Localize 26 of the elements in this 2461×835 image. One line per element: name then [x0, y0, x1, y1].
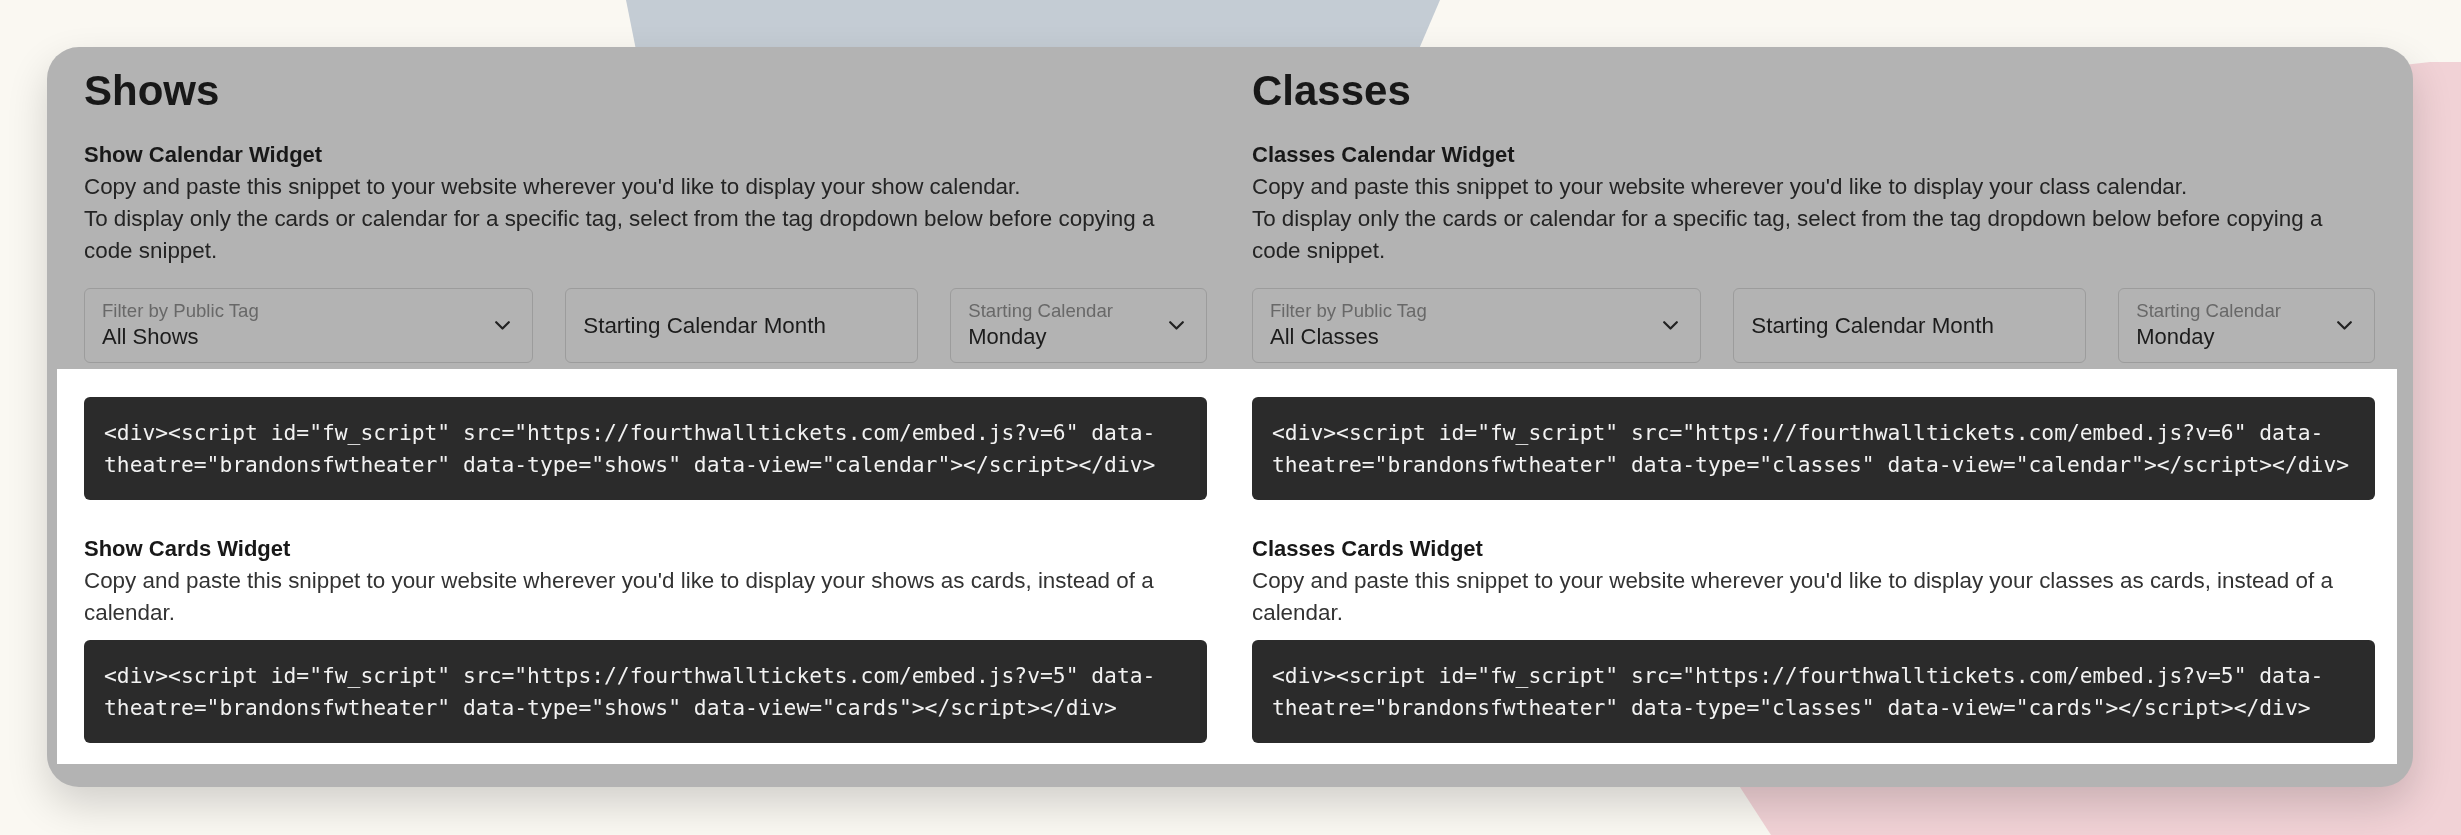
- section-title: Shows: [84, 66, 221, 116]
- widget-description: Copy and paste this snippet to your website wherever you'd like to display your show calendar.: [84, 172, 1022, 201]
- dropdown-field[interactable]: Filter by Public Tag All Shows: [84, 288, 534, 363]
- code-snippet: <div><script id="fw_script" src="https://fourthwalltickets.com/embed.js?v=5" data-theatre="brandonsfwtheater" data-type="classes" data-view="cards"></script></div>: [1252, 640, 2375, 743]
- chevron-down-icon: [1663, 321, 1679, 330]
- dropdown-field[interactable]: Filter by Public Tag All Classes: [1252, 288, 1702, 363]
- widget-title: Show Calendar Widget: [84, 140, 324, 169]
- widget-description: Copy and paste this snippet to your website wherever you'd like to display your classes as cards, instead of a calendar.: [1252, 567, 2334, 627]
- widget-title: Show Cards Widget: [84, 535, 292, 563]
- chevron-down-icon: [1169, 321, 1184, 330]
- month-input-field[interactable]: Starting Calendar Month: [565, 288, 919, 363]
- dropdown-field[interactable]: Starting Calendar Monday: [950, 288, 1207, 363]
- month-input-field[interactable]: Starting Calendar Month: [1733, 288, 2087, 363]
- dropdown-field[interactable]: Starting Calendar Monday: [2118, 288, 2375, 363]
- chevron-down-icon: [495, 321, 511, 330]
- code-snippet: <div><script id="fw_script" src="https://fourthwalltickets.com/embed.js?v=6" data-theatre="brandonsfwtheater" data-type="classes" data-view="calendar"></script></div>: [1252, 397, 2375, 500]
- code-snippet: <div><script id="fw_script" src="https://fourthwalltickets.com/embed.js?v=5" data-theatre="brandonsfwtheater" data-type="shows" data-view="cards"></script></div>: [84, 640, 1207, 743]
- chevron-down-icon: [2337, 321, 2352, 330]
- widget-title: Classes Cards Widget: [1252, 535, 1484, 563]
- widget-description: To display only the cards or calendar for a specific tag, select from the tag dropdown below before copying a code snippet.: [1252, 204, 2324, 265]
- section-title: Classes: [1252, 66, 1412, 116]
- widget-description: Copy and paste this snippet to your website wherever you'd like to display your shows as cards, instead of a calendar.: [84, 567, 1155, 627]
- widget-description: To display only the cards or calendar for a specific tag, select from the tag dropdown below before copying a code snippet.: [84, 204, 1156, 265]
- widget-title: Classes Calendar Widget: [1252, 140, 1516, 169]
- widget-description: Copy and paste this snippet to your website wherever you'd like to display your class calendar.: [1252, 172, 2189, 201]
- code-snippet: <div><script id="fw_script" src="https://fourthwalltickets.com/embed.js?v=6" data-theatre="brandonsfwtheater" data-type="shows" data-view="calendar"></script></div>: [84, 397, 1207, 500]
